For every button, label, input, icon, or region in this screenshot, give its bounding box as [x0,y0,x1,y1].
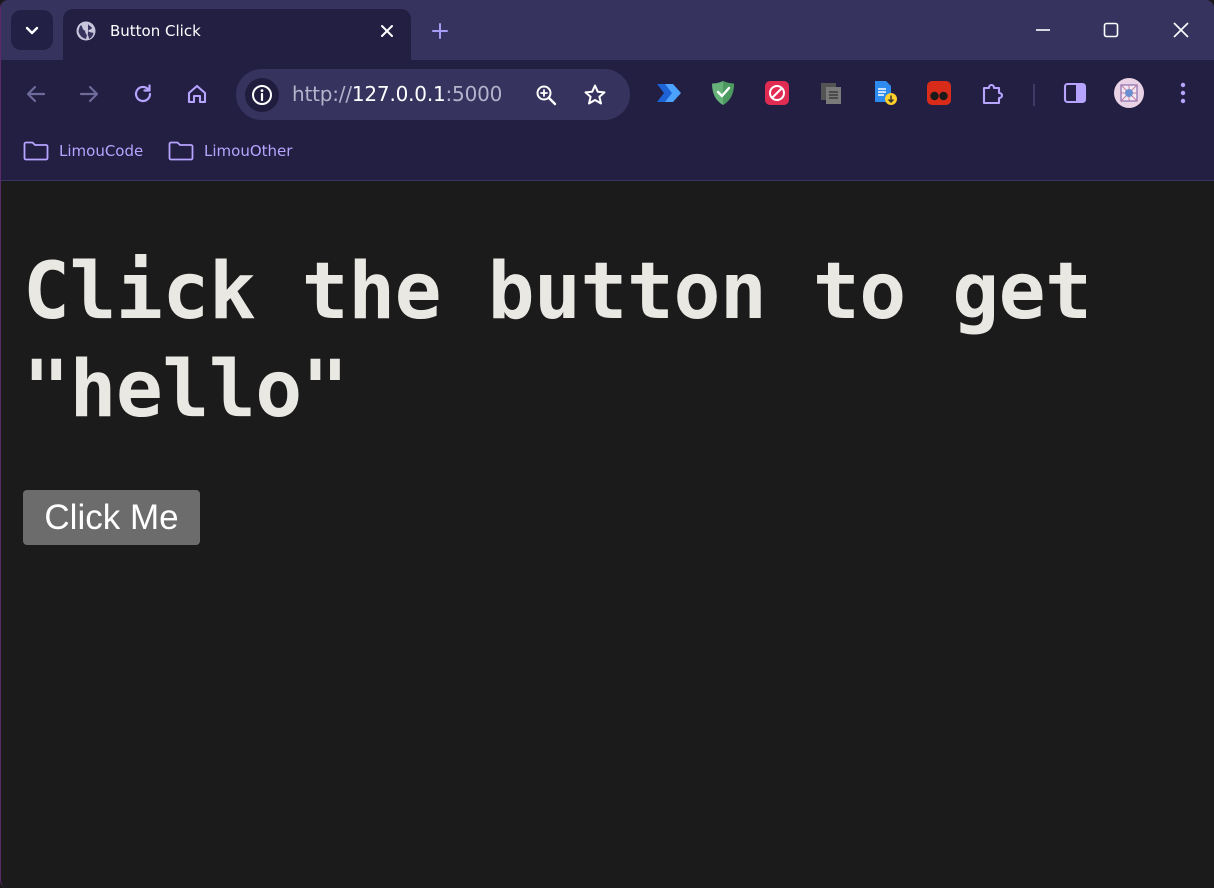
tab-strip: Button Click [1,0,1214,60]
bookmark-folder-limouother[interactable]: LimouOther [168,140,292,162]
adblock-icon [765,81,789,105]
plus-icon [432,23,448,39]
close-icon [381,25,393,37]
page-heading: Click the button to get "hello" [23,247,1092,435]
power-automate-icon [657,84,681,102]
maximize-icon [1103,22,1119,38]
extension-power-automate[interactable] [654,78,684,108]
avatar-icon [1114,78,1144,108]
tab-search-button[interactable] [11,10,53,50]
chevron-down-icon [25,26,39,35]
forward-button[interactable] [71,76,107,112]
tab-title: Button Click [110,22,201,40]
minimize-icon [1036,29,1050,31]
tab-active[interactable]: Button Click [63,9,411,60]
folder-icon [168,141,194,161]
page-viewport: Click the button to get "hello" Click Me [2,181,1214,888]
tab-close-button[interactable] [375,19,399,43]
bookmark-label: LimouOther [204,142,293,160]
reload-icon [134,84,152,103]
extension-file-download[interactable] [870,78,900,108]
back-button[interactable] [18,76,54,112]
home-icon [187,84,207,104]
zoom-button[interactable] [532,81,560,109]
url-text[interactable]: http://127.0.0.1:5000 [292,82,502,106]
click-me-button[interactable]: Click Me [23,490,200,545]
extension-tampermonkey[interactable] [924,78,954,108]
bookmark-label: LimouCode [59,142,144,160]
url-port: :5000 [445,82,503,106]
reload-button[interactable] [125,76,161,112]
side-panel-icon [1063,82,1087,104]
extension-copy[interactable] [816,78,846,108]
toolbar: http://127.0.0.1:5000 [1,60,1214,130]
puzzle-icon [982,83,1004,105]
bookmark-star-button[interactable] [581,81,609,109]
file-download-icon [875,81,897,105]
bookmarks-bar: LimouCode LimouOther [1,130,1214,181]
minimize-button[interactable] [1023,12,1063,48]
copy-icon [821,83,841,104]
home-button[interactable] [179,76,215,112]
new-tab-button[interactable] [425,16,455,46]
close-icon [1173,22,1189,38]
folder-icon [23,141,49,161]
arrow-right-icon [79,85,99,103]
info-icon [252,85,272,105]
more-vert-icon [1180,82,1186,104]
extension-adguard[interactable] [708,78,738,108]
star-icon [584,84,606,105]
globe-icon [76,21,96,41]
browser-window: Button Click http://127.0.0.1:5000 Limou… [0,0,1214,888]
maximize-button[interactable] [1091,12,1131,48]
toolbar-divider [1033,84,1035,106]
menu-button[interactable] [1168,78,1198,108]
adguard-shield-icon [712,81,734,105]
url-scheme: http:// [292,82,352,106]
site-info-button[interactable] [245,78,279,112]
address-bar[interactable]: http://127.0.0.1:5000 [236,69,630,120]
profile-avatar[interactable] [1112,76,1146,110]
arrow-left-icon [26,85,46,103]
extensions-button[interactable] [978,78,1008,108]
zoom-icon [536,85,557,106]
extension-adblock[interactable] [762,78,792,108]
side-panel-button[interactable] [1060,78,1090,108]
url-host: 127.0.0.1 [351,82,446,106]
window-close-button[interactable] [1161,12,1201,48]
tampermonkey-icon [927,81,951,105]
bookmark-folder-limoucode[interactable]: LimouCode [23,140,143,162]
